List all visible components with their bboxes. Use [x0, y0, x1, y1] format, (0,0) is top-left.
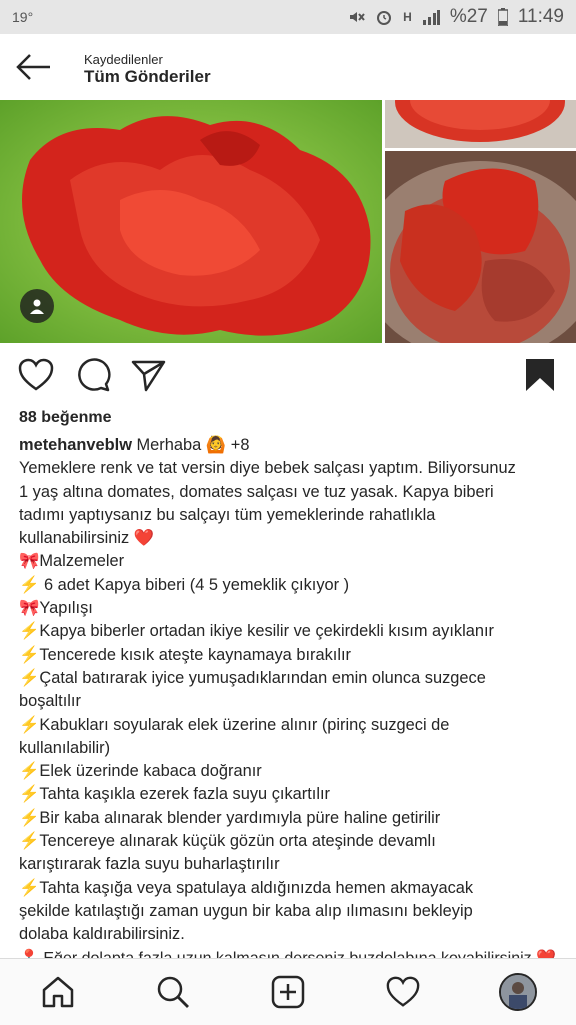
- tag-count[interactable]: +8: [231, 436, 250, 454]
- caption-line: 🎀Malzemeler: [19, 552, 125, 571]
- bottom-nav: [0, 958, 576, 1025]
- caption-line: ⚡Çatal batırarak iyice yumuşadıklarından…: [19, 668, 486, 687]
- nav-profile[interactable]: [496, 970, 540, 1014]
- add-icon: [271, 975, 305, 1009]
- data-h-icon: H: [403, 10, 412, 24]
- post-media[interactable]: [0, 100, 576, 343]
- header-subtitle: Kaydedilenler: [84, 52, 163, 67]
- post-image-top-right[interactable]: [385, 100, 576, 148]
- comment-icon[interactable]: [74, 356, 112, 394]
- activity-heart-icon: [386, 976, 420, 1007]
- battery-icon: [497, 8, 508, 26]
- caption-line: tadımı yaptıysanız bu salçayı tüm yemekl…: [19, 505, 436, 524]
- caption-line: ⚡Tahta kaşığa veya spatulaya aldığınızda…: [19, 878, 474, 897]
- greeting-emoji: 🙆: [205, 436, 227, 454]
- caption-line: ⚡Tencereye alınarak küçük gözün orta ate…: [19, 832, 436, 851]
- caption-line: ⚡Kabukları soyularak elek üzerine alınır…: [19, 715, 450, 734]
- nav-home[interactable]: [36, 970, 80, 1014]
- mute-icon: [350, 12, 365, 22]
- caption-line: 🎀Yapılışı: [19, 599, 93, 618]
- caption-line: ⚡Elek üzerinde kabaca doğranır: [19, 762, 262, 781]
- battery-percent: %27: [449, 6, 488, 27]
- tagged-user-badge[interactable]: [20, 289, 54, 323]
- arrow-left-icon[interactable]: [14, 52, 54, 82]
- send-icon[interactable]: [130, 356, 168, 394]
- caption-line: kullanabilirsiniz ❤️: [19, 529, 155, 548]
- caption-header: metehanveblw Merhaba 🙆 +8: [19, 434, 564, 457]
- nav-search[interactable]: [151, 970, 195, 1014]
- status-icons: H %27 11:49: [347, 6, 564, 28]
- caption-line: ⚡ 6 adet Kapya biberi (4 5 yemeklik çıkı…: [19, 575, 350, 594]
- caption-line: kullanılabilir): [19, 738, 111, 757]
- bookmark-icon[interactable]: [521, 356, 559, 394]
- post-actions: [0, 352, 576, 398]
- status-bar: 19° H %27 11:49: [0, 0, 576, 34]
- caption-line: boşaltılır: [19, 692, 81, 711]
- post-username[interactable]: metehanveblw: [19, 436, 132, 454]
- caption-line: 1 yaş altına domates, domates salçası ve…: [19, 482, 494, 501]
- caption-line: ⚡Kapya biberler ortadan ikiye kesilir ve…: [19, 622, 494, 641]
- profile-avatar: [499, 973, 538, 1011]
- caption-line: ⚡Bir kaba alınarak blender yardımıyla pü…: [19, 808, 441, 827]
- caption-line: karıştırarak fazla suyu buharlaştırılır: [19, 855, 280, 874]
- caption-line: ⚡Tahta kaşıkla ezerek fazla suyu çıkartı…: [19, 785, 331, 804]
- caption-line: Yemeklere renk ve tat versin diye bebek …: [19, 459, 516, 478]
- nav-activity[interactable]: [381, 970, 425, 1014]
- signal-icon: [422, 10, 440, 25]
- temperature: 19°: [12, 9, 34, 25]
- caption-line: dolaba kaldırabilirsiniz.: [19, 925, 185, 944]
- post-image-bottom-right[interactable]: [385, 151, 576, 343]
- user-icon: [30, 299, 44, 314]
- post-image-main[interactable]: [0, 100, 382, 343]
- search-icon: [157, 976, 189, 1008]
- like-count[interactable]: 88 beğenme: [19, 409, 111, 427]
- nav-add[interactable]: [266, 970, 310, 1014]
- caption-line: şekilde katılaştığı zaman uygun bir kaba…: [19, 901, 473, 920]
- caption-line: ⚡Tencerede kısık ateşte kaynamaya bırakı…: [19, 645, 351, 664]
- header: Kaydedilenler Tüm Gönderiler: [0, 34, 576, 100]
- home-icon: [42, 976, 73, 1008]
- clock: 11:49: [517, 6, 564, 27]
- greeting: Merhaba: [136, 436, 202, 454]
- post-caption: metehanveblw Merhaba 🙆 +8 Yemeklere renk…: [19, 434, 564, 947]
- heart-icon[interactable]: [17, 356, 55, 394]
- header-title: Tüm Gönderiler: [84, 67, 211, 86]
- alarm-icon: [377, 11, 392, 25]
